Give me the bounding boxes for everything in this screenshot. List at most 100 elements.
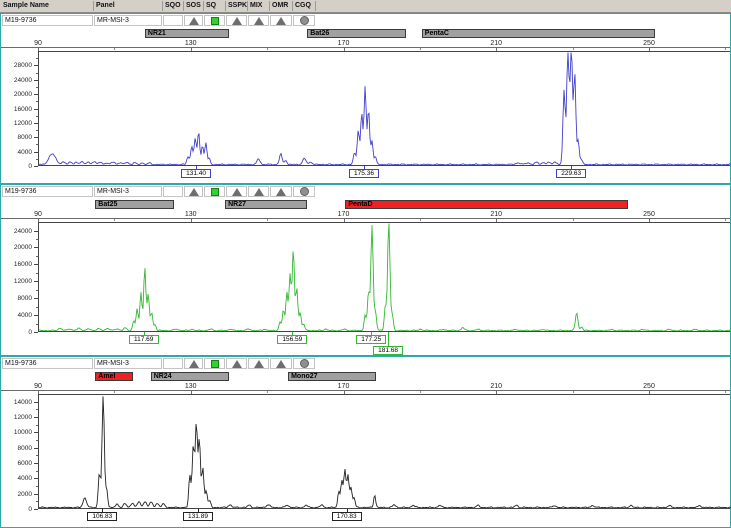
marker-bar-nr27[interactable]: NR27 — [225, 200, 307, 209]
column-header-cgq[interactable]: CGQ — [295, 2, 311, 9]
warning-triangle-icon — [232, 188, 242, 196]
flag-cell-cgq[interactable] — [293, 358, 315, 369]
flag-cell-sspk[interactable] — [226, 358, 247, 369]
warning-triangle-icon — [276, 360, 286, 368]
marker-bar-bat25[interactable]: Bat25 — [95, 200, 173, 209]
ruler-minor-tick — [573, 48, 574, 50]
marker-bar-nr24[interactable]: NR24 — [151, 372, 229, 381]
flag-cell-sos[interactable] — [184, 15, 203, 26]
marker-bar-amel[interactable]: Amel — [95, 372, 133, 381]
ruler-minor-tick — [114, 391, 115, 393]
ruler-tick-label: 250 — [643, 211, 655, 218]
flag-cell-mix[interactable] — [248, 186, 269, 197]
column-header-omr[interactable]: OMR — [272, 2, 288, 9]
sample-info-row[interactable]: M19-9736MR-MSI-3 — [1, 14, 730, 28]
column-header-panel[interactable]: Panel — [96, 2, 115, 9]
peak-size-label[interactable]: 170.83 — [332, 512, 362, 521]
electropherogram-trace — [39, 53, 731, 166]
flag-cell-omr[interactable] — [270, 186, 292, 197]
ruler-line — [1, 47, 730, 48]
sample-info-row[interactable]: M19-9736MR-MSI-3 — [1, 357, 730, 371]
ruler-minor-tick — [267, 219, 268, 221]
quality-circle-icon — [300, 16, 309, 25]
peak-size-label[interactable]: 181.68 — [373, 346, 403, 355]
flag-cell-sq[interactable] — [204, 15, 225, 26]
marker-bar-pentad[interactable]: PentaD — [345, 200, 628, 209]
plot-area[interactable] — [38, 222, 730, 332]
panel-name-cell[interactable]: MR-MSI-3 — [94, 186, 162, 197]
warning-triangle-icon — [189, 17, 199, 25]
column-separator — [203, 1, 204, 11]
y-axis-label: 28000 — [1, 62, 32, 69]
plot-area[interactable] — [38, 51, 730, 166]
size-ruler: 90130170210250 — [1, 40, 730, 51]
flag-cell-sqo[interactable] — [163, 15, 183, 26]
ruler-minor-tick — [725, 391, 726, 393]
sample-groups-container: M19-9736MR-MSI-3NR21Bat26PentaC901301702… — [0, 13, 731, 528]
ruler-minor-tick — [420, 391, 421, 393]
flag-cell-mix[interactable] — [248, 15, 269, 26]
sample-group[interactable]: M19-9736MR-MSI-3Bat25NR27PentaD901301702… — [0, 184, 731, 356]
flag-cell-sspk[interactable] — [226, 15, 247, 26]
flag-cell-omr[interactable] — [270, 358, 292, 369]
column-header-sq[interactable]: SQ — [206, 2, 216, 9]
warning-triangle-icon — [254, 188, 264, 196]
ruler-minor-tick — [114, 48, 115, 50]
plot-area[interactable] — [38, 394, 730, 509]
peak-size-label[interactable]: 131.89 — [183, 512, 213, 521]
electropherogram-plot[interactable]: 04000800012000160002000024000 — [1, 222, 730, 332]
peak-size-label[interactable]: 106.83 — [87, 512, 117, 521]
marker-bar-pentac[interactable]: PentaC — [422, 29, 655, 38]
y-axis-label: 12000 — [1, 414, 32, 421]
flag-cell-cgq[interactable] — [293, 15, 315, 26]
flag-cell-omr[interactable] — [270, 15, 292, 26]
ruler-minor-tick — [573, 391, 574, 393]
quality-circle-icon — [300, 359, 309, 368]
electropherogram-plot[interactable]: 0400080001200016000200002400028000 — [1, 51, 730, 166]
flag-cell-sq[interactable] — [204, 358, 225, 369]
y-axis-label: 8000 — [1, 134, 32, 141]
column-header-mix[interactable]: MIX — [250, 2, 262, 9]
flag-cell-sos[interactable] — [184, 186, 203, 197]
panel-name-cell[interactable]: MR-MSI-3 — [94, 358, 162, 369]
column-header-sos[interactable]: SOS — [186, 2, 201, 9]
peak-label-connector — [388, 332, 389, 346]
y-axis-label: 20000 — [1, 244, 32, 251]
table-header-row: Sample Name Panel SQO SOS SQ SSPKMIX OMR CGQ — [0, 0, 731, 13]
warning-triangle-icon — [276, 188, 286, 196]
peak-size-label[interactable]: 175.36 — [349, 169, 379, 178]
sample-group[interactable]: M19-9736MR-MSI-3AmelNR24Mono279013017021… — [0, 356, 731, 528]
ruler-minor-tick — [267, 48, 268, 50]
column-separator — [93, 1, 94, 11]
sample-name-cell[interactable]: M19-9736 — [2, 358, 93, 369]
flag-cell-sspk[interactable] — [226, 186, 247, 197]
column-header-sample-name[interactable]: Sample Name — [3, 2, 49, 9]
flag-cell-sqo[interactable] — [163, 358, 183, 369]
warning-triangle-icon — [254, 17, 264, 25]
peak-size-label[interactable]: 229.63 — [556, 169, 586, 178]
peak-size-label[interactable]: 117.69 — [129, 335, 159, 344]
peak-size-label[interactable]: 156.59 — [277, 335, 307, 344]
peak-size-label[interactable]: 131.40 — [181, 169, 211, 178]
flag-cell-sqo[interactable] — [163, 186, 183, 197]
panel-name-cell[interactable]: MR-MSI-3 — [94, 15, 162, 26]
column-header-sqo[interactable]: SQO — [165, 2, 181, 9]
marker-bar-nr21[interactable]: NR21 — [145, 29, 229, 38]
flag-cell-cgq[interactable] — [293, 186, 315, 197]
column-header-sspk[interactable]: SSPK — [228, 2, 247, 9]
marker-bar-bat26[interactable]: Bat26 — [307, 29, 406, 38]
y-axis-label: 24000 — [1, 228, 32, 235]
warning-triangle-icon — [254, 360, 264, 368]
electropherogram-plot[interactable]: 02000400060008000100001200014000 — [1, 394, 730, 509]
peak-size-label[interactable]: 177.25 — [356, 335, 386, 344]
flag-cell-sos[interactable] — [184, 358, 203, 369]
ruler-tick-label: 170 — [338, 211, 350, 218]
sample-info-row[interactable]: M19-9736MR-MSI-3 — [1, 185, 730, 199]
sample-group[interactable]: M19-9736MR-MSI-3NR21Bat26PentaC901301702… — [0, 13, 731, 184]
flag-cell-mix[interactable] — [248, 358, 269, 369]
marker-bar-mono27[interactable]: Mono27 — [288, 372, 376, 381]
y-axis-label: 12000 — [1, 278, 32, 285]
flag-cell-sq[interactable] — [204, 186, 225, 197]
sample-name-cell[interactable]: M19-9736 — [2, 186, 93, 197]
sample-name-cell[interactable]: M19-9736 — [2, 15, 93, 26]
